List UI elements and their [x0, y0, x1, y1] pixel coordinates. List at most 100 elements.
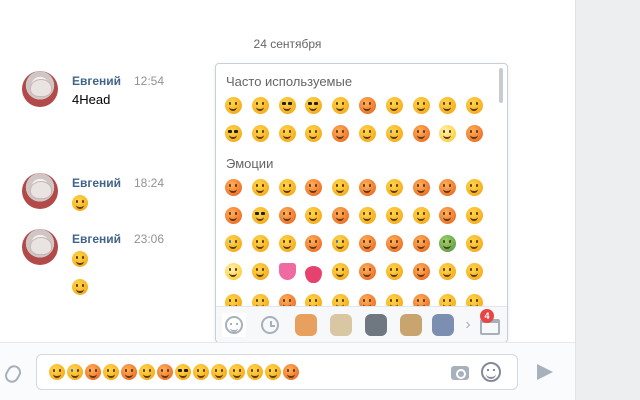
- emoji-option[interactable]: [412, 179, 430, 196]
- emoji-option[interactable]: [332, 263, 350, 280]
- tab-emoji[interactable]: [222, 313, 246, 337]
- emoji-option[interactable]: [332, 97, 350, 114]
- emoji-option[interactable]: [439, 97, 457, 114]
- tab-sticker-1[interactable]: [294, 313, 318, 337]
- tab-sticker-4[interactable]: [399, 313, 423, 337]
- message-input[interactable]: [36, 354, 518, 390]
- right-sidebar: [575, 0, 640, 400]
- author-name[interactable]: Евгений: [72, 176, 121, 190]
- tab-recent[interactable]: [258, 313, 282, 337]
- message-time: 18:24: [134, 176, 165, 190]
- emoji-option[interactable]: [439, 235, 457, 252]
- input-emoji: [247, 364, 263, 380]
- avatar[interactable]: [22, 173, 58, 209]
- send-icon[interactable]: [537, 364, 553, 380]
- smile-icon: [225, 316, 243, 334]
- emoji-option[interactable]: [439, 179, 457, 196]
- thinking-emoji-icon: [72, 194, 88, 211]
- camera-icon[interactable]: [451, 366, 469, 380]
- sticker-pack-icon: [365, 314, 387, 336]
- emoji-option[interactable]: [358, 179, 376, 196]
- emoji-option[interactable]: [225, 125, 242, 142]
- avatar[interactable]: [22, 71, 58, 107]
- emoji-option[interactable]: [305, 125, 323, 142]
- emoji-option[interactable]: [466, 235, 484, 252]
- emoji-option[interactable]: [412, 235, 430, 252]
- tab-sticker-5[interactable]: [431, 313, 455, 337]
- avatar[interactable]: [22, 229, 58, 265]
- emoji-option[interactable]: [466, 207, 484, 224]
- emoji-option[interactable]: [305, 235, 323, 252]
- emoji-option[interactable]: [332, 179, 350, 196]
- emoji-option[interactable]: [439, 125, 457, 142]
- emoji-option[interactable]: [251, 263, 269, 280]
- author-name[interactable]: Евгений: [72, 232, 121, 246]
- emoji-option[interactable]: [358, 97, 376, 114]
- emoji-option[interactable]: [332, 235, 350, 252]
- emoji-option[interactable]: [358, 125, 376, 142]
- input-emoji: [157, 364, 173, 380]
- emoji-option[interactable]: [385, 125, 403, 142]
- emoji-option[interactable]: [385, 235, 403, 252]
- date-separator: 24 сентября: [253, 37, 322, 51]
- emoji-option[interactable]: [305, 207, 323, 224]
- emoji-option[interactable]: [412, 207, 430, 224]
- emoji-option[interactable]: [251, 125, 269, 142]
- emoji-option[interactable]: [466, 179, 484, 196]
- emoji-option[interactable]: [278, 207, 296, 224]
- emoji-option[interactable]: [225, 263, 242, 280]
- emoji-option[interactable]: [225, 97, 242, 114]
- emoji-option[interactable]: [251, 97, 269, 114]
- emoji-option[interactable]: [305, 266, 323, 283]
- emoji-option[interactable]: [466, 97, 484, 114]
- emoji-option[interactable]: [385, 97, 403, 114]
- emoji-option[interactable]: [385, 263, 403, 280]
- emoji-option[interactable]: [412, 125, 430, 142]
- author-name[interactable]: Евгений: [72, 74, 121, 88]
- emoji-option[interactable]: [358, 263, 376, 280]
- emoji-option[interactable]: [305, 97, 323, 114]
- message-emoji: [72, 194, 88, 211]
- emoji-option[interactable]: [278, 125, 296, 142]
- emoji-option[interactable]: [278, 97, 296, 114]
- emoji-option[interactable]: [251, 179, 269, 196]
- tab-sticker-3[interactable]: [364, 313, 388, 337]
- clock-icon: [261, 316, 279, 334]
- emoji-option[interactable]: [251, 235, 269, 252]
- input-emoji: [67, 364, 83, 380]
- input-emoji: [49, 364, 65, 380]
- emoji-option[interactable]: [278, 263, 296, 280]
- emoji-option[interactable]: [358, 235, 376, 252]
- emoji-option[interactable]: [251, 207, 269, 224]
- emoji-option[interactable]: [412, 97, 430, 114]
- input-emoji: [283, 364, 299, 380]
- emoji-option[interactable]: [278, 179, 296, 196]
- emoji-option[interactable]: [439, 207, 457, 224]
- emoji-option[interactable]: [358, 207, 376, 224]
- emoji-button[interactable]: [481, 362, 501, 382]
- emoji-option[interactable]: [439, 263, 457, 280]
- cat-sticker-icon: [330, 314, 352, 336]
- emoji-grid-emotions: [225, 179, 493, 311]
- emoji-option[interactable]: [332, 207, 350, 224]
- emoji-option[interactable]: [385, 207, 403, 224]
- chevron-right-icon: ›: [465, 316, 471, 333]
- tabs-next-button[interactable]: ›: [456, 313, 480, 337]
- emoji-panel-scrollbar[interactable]: [499, 68, 503, 103]
- emoji-option[interactable]: [278, 235, 296, 252]
- emoji-option[interactable]: [225, 179, 242, 196]
- emoji-option[interactable]: [385, 179, 403, 196]
- emoji-option[interactable]: [332, 125, 350, 142]
- emoji-option[interactable]: [225, 235, 242, 252]
- emoji-panel: Часто используемые Эмоции › 4: [215, 63, 508, 343]
- emoji-option[interactable]: [305, 179, 323, 196]
- smile-emoji-icon: [72, 250, 88, 267]
- emoji-option[interactable]: [466, 263, 484, 280]
- tab-sticker-2[interactable]: [329, 313, 353, 337]
- sticker-store-button[interactable]: 4: [478, 309, 502, 337]
- emoji-option[interactable]: [412, 263, 430, 280]
- message-text: 4Head: [72, 92, 111, 107]
- emoji-option[interactable]: [225, 207, 242, 224]
- smile-emoji-icon: [72, 278, 88, 295]
- emoji-option[interactable]: [466, 125, 484, 142]
